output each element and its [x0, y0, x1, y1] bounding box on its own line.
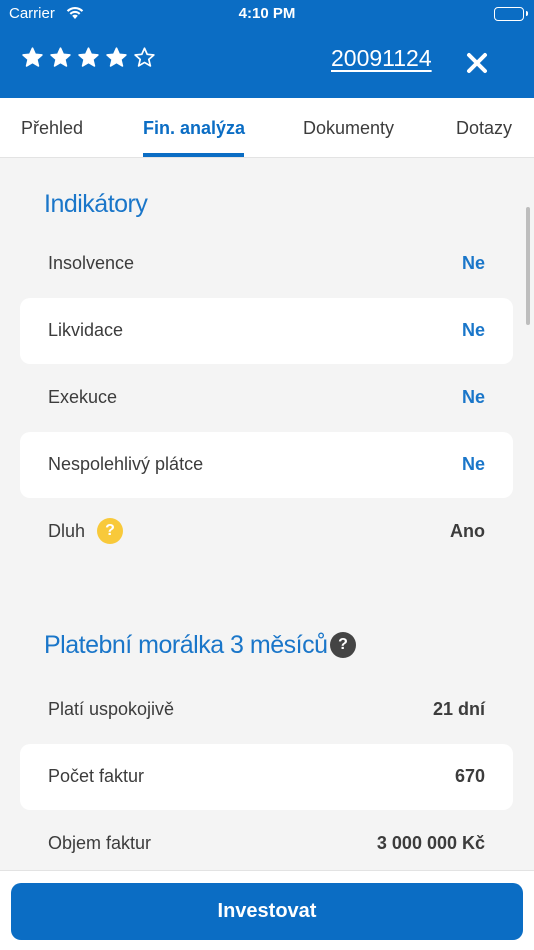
company-id-link[interactable]: 20091124: [331, 45, 432, 72]
status-bar: Carrier 4:10 PM: [0, 0, 534, 28]
row-label: Nespolehlivý plátce: [48, 454, 204, 474]
rating-stars: [22, 47, 155, 68]
row-label: Likvidace: [48, 320, 124, 340]
row-value: Ne: [461, 387, 485, 407]
row-value: Ne: [461, 320, 485, 340]
tab-fin-analyza[interactable]: Fin. analýza: [143, 118, 245, 139]
star-filled-icon: [78, 47, 99, 67]
tab-dotazy[interactable]: Dotazy: [456, 118, 512, 139]
app-header: Carrier 4:10 PM 20091124: [0, 0, 534, 98]
indicator-row-exekuce: Exekuce Ne: [20, 365, 513, 431]
row-label: Objem faktur: [48, 833, 152, 853]
row-value: 3 000 000 Kč: [376, 833, 485, 853]
row-label: Exekuce: [48, 387, 118, 407]
star-filled-icon: [106, 47, 127, 67]
bottom-bar: Investovat: [0, 870, 534, 950]
row-value: Ne: [461, 253, 485, 273]
indicator-row-nespolehlivy-platce: Nespolehlivý plátce Ne: [20, 432, 513, 498]
row-label: Platí uspokojivě: [48, 699, 175, 719]
row-label: Počet faktur: [48, 766, 145, 786]
active-tab-indicator: [143, 153, 244, 157]
indicator-row-dluh: Dluh ? Ano: [20, 499, 513, 565]
row-label: Dluh: [48, 521, 86, 541]
indicator-row-insolvence: Insolvence Ne: [20, 231, 513, 297]
row-value: Ano: [450, 521, 485, 541]
row-value: 670: [454, 766, 485, 786]
payment-morality-title: Platební morálka 3 měsíců: [44, 631, 328, 659]
question-icon[interactable]: ?: [97, 518, 123, 544]
close-icon: [467, 53, 487, 73]
star-filled-icon: [50, 47, 71, 67]
scrollbar[interactable]: [526, 207, 530, 325]
star-filled-icon: [22, 47, 43, 67]
payment-row-plati-uspokojive: Platí uspokojivě 21 dní: [20, 677, 513, 743]
clock: 4:10 PM: [238, 5, 296, 22]
star-outline-icon: [134, 47, 155, 67]
battery-icon: [494, 7, 528, 21]
row-value: Ne: [461, 454, 485, 474]
indicators-title: Indikátory: [44, 190, 148, 218]
row-label: Insolvence: [48, 253, 135, 273]
row-value: 21 dní: [432, 699, 485, 719]
invest-button[interactable]: Investovat: [11, 883, 523, 940]
tab-prehled[interactable]: Přehled: [21, 118, 83, 139]
tab-dokumenty[interactable]: Dokumenty: [303, 118, 394, 139]
tab-bar: Přehled Fin. analýza Dokumenty Dotazy: [0, 98, 534, 158]
payment-row-pocet-faktur: Počet faktur 670: [20, 744, 513, 810]
close-button[interactable]: [462, 48, 492, 78]
indicator-row-likvidace: Likvidace Ne: [20, 298, 513, 364]
question-icon[interactable]: ?: [330, 632, 356, 658]
payment-row-objem-faktur: Objem faktur 3 000 000 Kč: [20, 811, 513, 877]
